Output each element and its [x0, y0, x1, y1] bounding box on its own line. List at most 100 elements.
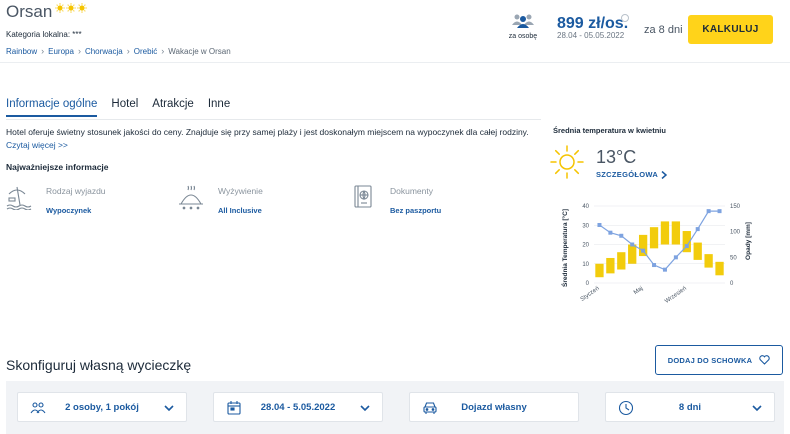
info-value: Wypoczynek [46, 206, 92, 215]
breadcrumb-link[interactable]: Chorwacja [85, 47, 123, 56]
chevron-down-icon [164, 405, 174, 412]
temperature-bar [671, 221, 681, 245]
transport-select[interactable]: Dojazd własny [409, 392, 579, 422]
temperature-bar [595, 263, 604, 278]
hotel-stars [55, 3, 87, 13]
precipitation-point [619, 233, 624, 238]
breadcrumb-separator: › [41, 46, 45, 56]
tab-general-info[interactable]: Informacje ogólne [6, 98, 98, 117]
right-tick-label: 100 [730, 230, 741, 236]
temperature-bar [660, 221, 670, 245]
left-tick-label: 30 [582, 223, 589, 229]
tab-hotel[interactable]: Hotel [111, 98, 138, 117]
people-icon [512, 14, 534, 28]
tab-other[interactable]: Inne [208, 98, 230, 117]
x-tick-label: Styczeń [580, 286, 601, 303]
info-label: Dokumenty [390, 186, 433, 196]
tab-attractions[interactable]: Atrakcje [152, 98, 194, 117]
precipitation-point [717, 209, 722, 214]
left-tick-label: 40 [582, 204, 589, 210]
calculate-button[interactable]: KALKULUJ [688, 15, 773, 44]
breadcrumb-separator: › [77, 46, 81, 56]
info-value: Bez paszportu [390, 206, 442, 215]
temperature-bar [628, 244, 637, 264]
add-to-wishlist-label: DODAJ DO SCHOWKA [667, 355, 753, 365]
per-person-toggle[interactable]: za osobę [503, 13, 543, 40]
hotel-name: Orsan [6, 2, 53, 21]
info-label: Rodzaj wyjazdu [46, 186, 106, 196]
temperature-bar [649, 227, 659, 249]
info-value: All Inclusive [218, 206, 262, 215]
precipitation-point [706, 209, 711, 214]
food-cloche-icon [179, 185, 203, 210]
clock-icon [618, 400, 634, 416]
temperature-bar [715, 261, 724, 276]
travelers-select[interactable]: 2 osoby, 1 pokój [17, 392, 187, 422]
precipitation-point [652, 263, 657, 268]
precipitation-point [673, 255, 678, 260]
left-axis-label: Średnia Temperatura [°C] [560, 209, 569, 287]
sun-star-icon [66, 3, 76, 13]
chevron-down-icon [360, 405, 370, 412]
right-tick-label: 50 [730, 255, 737, 261]
price-dates: 28.04 - 05.05.2022 [557, 31, 625, 40]
duration-select[interactable]: 8 dni [605, 392, 775, 422]
precipitation-point [695, 227, 700, 232]
left-tick-label: 20 [582, 243, 589, 249]
calendar-icon [227, 401, 241, 415]
x-tick-label: Maj [633, 286, 644, 296]
breadcrumb-link[interactable]: Europa [48, 47, 74, 56]
temperature-bar [617, 252, 626, 270]
temperature-bar [638, 234, 648, 257]
right-tick-label: 150 [730, 204, 741, 210]
per-person-label: za osobę [508, 33, 538, 40]
climate-chart: Średnia Temperatura [°C] Opady [mm] 0 10 2… [560, 204, 752, 305]
chevron-right-icon [661, 170, 668, 179]
hotel-description: Hotel oferuje świetny stosunek jakości d… [6, 127, 529, 137]
temperature-bar [606, 257, 615, 274]
configurator-title: Skonfiguruj własną wycieczkę [6, 357, 192, 373]
temperature-value: 13°C [596, 147, 637, 167]
weather-details-label: SZCZEGÓŁOWA [596, 170, 659, 179]
passport-icon [354, 185, 372, 208]
breadcrumb-link[interactable]: Rainbow [6, 47, 37, 56]
read-more-link[interactable]: Czytaj więcej >> [6, 140, 68, 150]
right-axis-label: Opady [mm] [745, 222, 752, 260]
sun-star-icon [55, 3, 65, 13]
key-info-title: Najważniejsze informacje [6, 162, 109, 172]
left-tick-label: 10 [582, 262, 589, 268]
temperature-bar [704, 254, 713, 268]
beach-icon [6, 186, 32, 210]
left-tick-label: 0 [586, 281, 590, 287]
people-icon [30, 402, 46, 414]
car-icon [423, 402, 437, 414]
breadcrumb-link[interactable]: Orebić [134, 47, 158, 56]
price-info-icon[interactable] [621, 14, 629, 22]
chevron-down-icon [752, 405, 762, 412]
right-tick-label: 0 [730, 281, 734, 287]
precipitation-point [662, 267, 667, 272]
sun-icon [550, 145, 584, 179]
dates-select[interactable]: 28.04 - 5.05.2022 [213, 392, 383, 422]
hotel-category: Kategoria lokalna: *** [6, 30, 82, 39]
heart-icon [759, 355, 770, 365]
info-label: Wyżywienie [218, 186, 263, 196]
precipitation-point [597, 222, 602, 227]
precipitation-point [684, 244, 689, 249]
transport-value: Dojazd własny [461, 401, 527, 413]
tabs-divider [6, 119, 541, 120]
sun-star-icon [77, 3, 87, 13]
breadcrumb-separator: › [161, 46, 165, 56]
temperature-bar [693, 242, 702, 260]
header-divider [0, 62, 790, 63]
precipitation-point [608, 230, 613, 235]
info-tabs: Informacje ogólne Hotel Atrakcje Inne [6, 98, 230, 117]
travelers-value: 2 osoby, 1 pokój [65, 401, 139, 413]
precipitation-point [630, 242, 635, 247]
breadcrumb: Rainbow › Europa › Chorwacja › Orebić › … [6, 46, 231, 56]
weather-details-link[interactable]: SZCZEGÓŁOWA [596, 170, 668, 179]
add-to-wishlist-button[interactable]: DODAJ DO SCHOWKA [655, 345, 783, 375]
trip-length: za 8 dni [644, 24, 683, 36]
weather-title: Średnia temperatura w kwietniu [553, 126, 666, 135]
precipitation-point [641, 248, 646, 253]
